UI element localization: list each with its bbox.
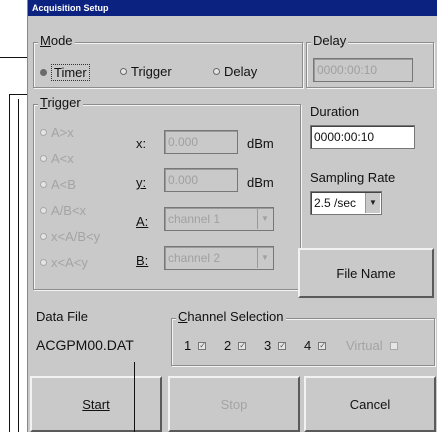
- chevron-down-icon[interactable]: ▼: [257, 248, 272, 268]
- channel-b-select[interactable]: channel 2 ▼: [164, 246, 274, 270]
- channel-a-select[interactable]: channel 1 ▼: [164, 207, 274, 231]
- radio-button: [40, 69, 47, 76]
- file-name-button-label: File Name: [336, 265, 396, 281]
- channel-1-checkbox[interactable]: 1 ✓: [184, 338, 207, 353]
- acquisition-setup-window: Acquisition Setup Mode Timer Trigger Del…: [27, 0, 437, 432]
- radio-button: [40, 181, 47, 188]
- radio-button: [40, 207, 47, 214]
- trigger-condition-5[interactable]: x<A/B<y: [40, 229, 100, 244]
- file-name-button[interactable]: File Name: [298, 248, 434, 298]
- window-title: Acquisition Setup: [28, 0, 437, 16]
- y-unit: dBm: [247, 175, 274, 190]
- sampling-rate-value: 2.5 /sec: [314, 196, 357, 210]
- checkbox: ✓: [318, 340, 327, 350]
- data-file-value: ACGPM00.DAT: [36, 337, 134, 353]
- sampling-rate-label: Sampling Rate: [310, 170, 396, 185]
- trigger-condition-label: A/B<x: [51, 203, 87, 218]
- trigger-condition-4[interactable]: A/B<x: [40, 203, 86, 218]
- channel-label: 4: [304, 338, 312, 353]
- checkbox: ✓: [238, 340, 247, 350]
- duration-input[interactable]: 0000:00:10: [310, 125, 415, 149]
- channel-a-value: channel 1: [168, 212, 221, 226]
- y-label: y:: [136, 175, 147, 190]
- y-input[interactable]: 0.000: [164, 168, 238, 192]
- channel-3-checkbox[interactable]: 3 ✓: [264, 338, 287, 353]
- delay-field[interactable]: 0000:00:10: [313, 58, 413, 82]
- mode-option-label: Delay: [224, 64, 258, 79]
- x-unit: dBm: [247, 136, 274, 151]
- virtual-label: Virtual: [346, 338, 383, 353]
- mode-option-label: Timer: [51, 64, 90, 81]
- checkbox: [389, 341, 398, 350]
- mode-legend: Mode: [38, 33, 75, 48]
- trigger-condition-label: A<B: [51, 177, 76, 192]
- chevron-down-icon[interactable]: ▼: [365, 193, 380, 213]
- stop-button[interactable]: Stop: [168, 376, 300, 432]
- delay-legend: Delay: [311, 33, 349, 48]
- checkbox: ✓: [278, 340, 287, 350]
- channel-label: 2: [224, 338, 232, 353]
- mode-option-trigger[interactable]: Trigger: [120, 64, 172, 79]
- channel-label: 3: [264, 338, 272, 353]
- cancel-button-label: Cancel: [349, 396, 391, 412]
- callout-line-mode: [0, 57, 28, 58]
- trigger-condition-6[interactable]: x<A<y: [40, 255, 88, 270]
- callout-line-trigger-h: [9, 94, 28, 95]
- channel-b-value: channel 2: [168, 251, 221, 265]
- mode-option-delay[interactable]: Delay: [213, 64, 257, 79]
- sampling-rate-select[interactable]: 2.5 /sec ▼: [310, 191, 382, 215]
- callout-line-trigger-v: [9, 94, 10, 432]
- radio-button: [213, 68, 220, 75]
- channel-2-checkbox[interactable]: 2 ✓: [224, 338, 247, 353]
- start-button-label: Start: [82, 396, 110, 412]
- trigger-condition-label: x<A<y: [51, 255, 88, 270]
- a-label: A:: [136, 214, 149, 229]
- start-button[interactable]: Start: [30, 376, 162, 432]
- radio-button: [40, 155, 47, 162]
- x-input[interactable]: 0.000: [164, 130, 238, 154]
- chevron-down-icon[interactable]: ▼: [257, 209, 272, 229]
- stop-button-label: Stop: [220, 396, 248, 412]
- trigger-condition-3[interactable]: A<B: [40, 177, 76, 192]
- channel-4-checkbox[interactable]: 4 ✓: [304, 338, 327, 353]
- radio-button: [40, 129, 47, 136]
- checkbox: ✓: [198, 340, 207, 350]
- radio-button: [40, 233, 47, 240]
- trigger-legend: Trigger: [38, 95, 83, 110]
- channel-selection-legend: Channel Selection: [176, 309, 286, 324]
- trigger-condition-label: A<x: [51, 151, 74, 166]
- duration-label: Duration: [310, 104, 360, 119]
- channel-label: 1: [184, 338, 192, 353]
- callout-line-inner: [18, 99, 19, 432]
- radio-button: [40, 259, 47, 266]
- virtual-checkbox[interactable]: Virtual: [346, 338, 398, 353]
- b-label: B:: [136, 253, 149, 268]
- trigger-condition-label: A>x: [51, 125, 74, 140]
- trigger-condition-1[interactable]: A>x: [40, 125, 74, 140]
- trigger-condition-label: x<A/B<y: [51, 229, 101, 244]
- callout-line-data-file: [134, 362, 135, 432]
- trigger-condition-2[interactable]: A<x: [40, 151, 74, 166]
- x-label: x:: [136, 136, 147, 151]
- radio-button: [120, 68, 127, 75]
- mode-option-label: Trigger: [131, 64, 172, 79]
- data-file-label: Data File: [36, 309, 89, 324]
- mode-option-timer[interactable]: Timer: [40, 64, 90, 81]
- cancel-button[interactable]: Cancel: [304, 376, 436, 432]
